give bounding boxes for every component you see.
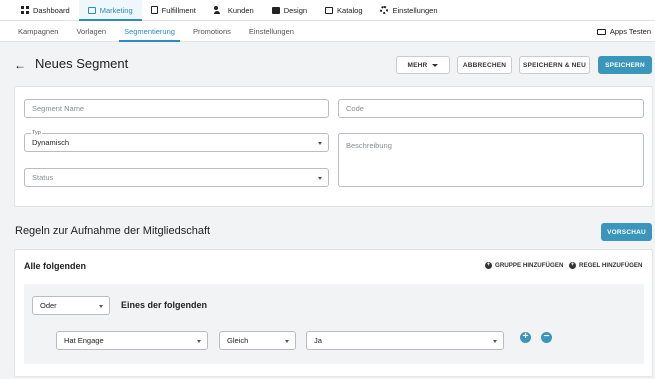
cancel-button[interactable]: ABBRECHEN [457,56,512,74]
description-placeholder: Beschreibung [346,141,392,150]
code-placeholder: Code [346,104,364,113]
caret-down-icon [318,176,322,180]
more-button-label: MEHR [407,61,428,69]
plus-circle-icon: + [569,262,576,269]
caret-down-icon [197,339,201,343]
add-condition-icon[interactable]: + [520,332,531,343]
remove-condition-icon[interactable]: − [541,332,552,343]
nav-tab-design[interactable]: Design [263,0,316,20]
sub-navigation: Kampagnen Vorlagen Segmentierung Promoti… [0,21,655,42]
operator-value: Oder [40,301,57,310]
subgroup-title: Eines der folgenden [121,300,208,310]
plus-circle-icon: + [485,262,492,269]
description-textarea[interactable]: Beschreibung [338,133,644,187]
main-navigation: Dashboard Marketing Fulfillment Kunden D… [0,0,655,21]
caret-down-icon [285,339,289,343]
nav-tab-label: Marketing [99,5,133,15]
save-and-new-button[interactable]: SPEICHERN & NEU [519,56,590,74]
caret-down-icon [318,141,322,145]
code-input[interactable]: Code [338,99,644,118]
segment-name-input[interactable]: Segment Name [24,99,329,118]
rules-section-title: Regeln zur Aufnahme der Mitgliedschaft [15,225,211,237]
preview-button-label: VORSCHAU [607,228,646,236]
type-label: Typ [31,130,42,136]
cancel-button-label: ABBRECHEN [462,61,507,69]
type-select[interactable]: Typ Dynamisch [24,130,329,152]
nav-tab-einstellungen[interactable]: Einstellungen [371,0,446,20]
add-rule-label: REGEL HINZUFÜGEN [579,262,643,269]
caret-down-icon [99,304,103,308]
nav-tab-label: Kunden [227,5,254,15]
nav-tab-marketing[interactable]: Marketing [78,0,142,21]
condition-value: Ja [314,336,322,345]
apps-testen-link[interactable]: Apps Testen [596,21,651,42]
condition-comparator-value: Gleich [227,336,249,345]
condition-value-select[interactable]: Ja [306,331,504,350]
message-icon [87,6,96,14]
subnav-tab-promotions[interactable]: Promotions [184,21,240,41]
nav-tab-dashboard[interactable]: Dashboard [12,0,79,20]
subnav-tab-kampagnen[interactable]: Kampagnen [9,21,67,41]
nav-tab-katalog[interactable]: Katalog [316,0,371,20]
group-title: Alle folgenden [24,261,87,271]
nav-tab-label: Katalog [337,5,363,15]
add-rule-button[interactable]: + REGEL HINZUFÜGEN [569,262,642,269]
add-group-button[interactable]: + GRUPPE HINZUFÜGEN [485,262,563,269]
nav-tab-label: Design [283,5,308,15]
subnav-tab-segmentierung[interactable]: Segmentierung [115,21,184,42]
status-select[interactable]: Status [24,168,329,187]
caret-down-icon [493,339,497,343]
preview-button[interactable]: VORSCHAU [601,223,652,241]
type-value: Dynamisch [32,138,70,147]
condition-comparator-select[interactable]: Gleich [219,331,296,350]
more-button[interactable]: MEHR [396,56,450,74]
condition-field-value: Hat Engage [64,336,104,345]
save-and-new-button-label: SPEICHERN & NEU [523,61,586,69]
laptop-icon [596,28,606,35]
gear-icon [380,6,389,14]
nav-tab-kunden[interactable]: Kunden [205,0,263,20]
operator-select[interactable]: Oder [32,296,110,315]
catalog-icon [325,6,334,14]
save-button[interactable]: SPEICHERN [598,56,652,74]
segment-name-placeholder: Segment Name [32,104,85,113]
rule-group-box [24,284,644,364]
nav-tab-label: Dashboard [33,5,70,15]
caret-down-icon [432,63,439,67]
page-title: Neues Segment [35,56,129,71]
nav-tab-label: Fulfillment [161,5,196,15]
condition-field-select[interactable]: Hat Engage [56,331,208,350]
dashboard-icon [21,6,29,14]
apps-testen-label: Apps Testen [609,27,651,36]
status-placeholder: Status [32,173,54,182]
save-button-label: SPEICHERN [605,61,645,69]
image-icon [271,6,280,14]
subnav-tab-vorlagen[interactable]: Vorlagen [67,21,115,41]
back-arrow-icon[interactable]: ← [14,58,26,72]
nav-tab-fulfillment[interactable]: Fulfillment [142,0,205,20]
users-icon [213,6,224,14]
package-icon [150,6,158,14]
add-group-label: GRUPPE HINZUFÜGEN [495,262,564,269]
subnav-tab-einstellungen[interactable]: Einstellungen [240,21,303,41]
nav-tab-label: Einstellungen [392,5,438,15]
